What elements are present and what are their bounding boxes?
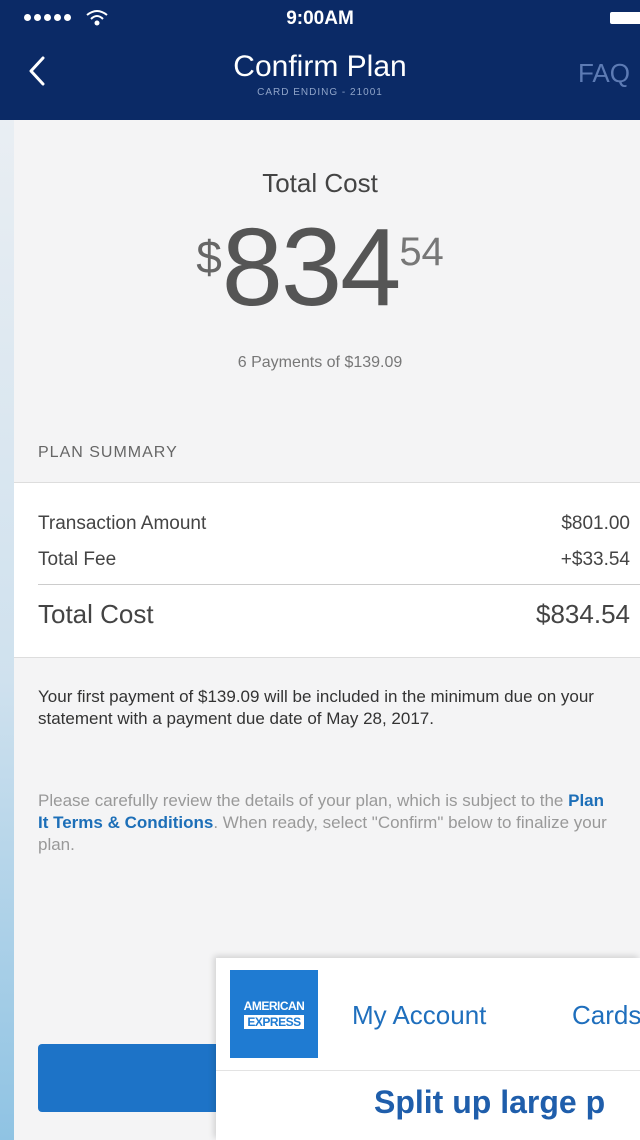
card-ending-subtitle: CARD ENDING - 21001	[257, 87, 383, 98]
currency-symbol: $	[196, 231, 222, 283]
total-cost-heading: Total Cost	[262, 168, 378, 198]
total-cost-amount: $ 834 54	[0, 206, 640, 329]
plan-summary-heading: PLAN SUMMARY	[38, 444, 178, 461]
total-fee-label: Total Fee	[38, 549, 117, 570]
status-time: 9:00AM	[286, 8, 354, 29]
transaction-amount-label: Transaction Amount	[38, 513, 207, 534]
first-payment-info: Your first payment of $139.09 will be in…	[38, 687, 594, 728]
payments-text: 6 Payments of $139.09	[237, 354, 403, 371]
confirm-button[interactable]	[38, 1044, 228, 1112]
transaction-amount-value: $801.00	[561, 513, 630, 534]
amex-logo[interactable]: AMERICAN EXPRESS	[230, 970, 318, 1058]
nav-my-account[interactable]: My Account	[352, 1000, 486, 1031]
summary-divider	[38, 584, 640, 585]
split-headline: Split up large p	[374, 1084, 606, 1120]
plan-summary-box: Transaction Amount $801.00 Total Fee +$3…	[14, 482, 640, 658]
review-text-before: Please carefully review the details of y…	[38, 791, 569, 810]
battery-icon	[610, 12, 640, 24]
total-cost-row: Total Cost $834.54	[38, 599, 630, 630]
total-cost-label: Total Cost	[38, 599, 154, 629]
total-fee-value: +$33.54	[560, 549, 630, 570]
amount-cents: 54	[399, 230, 444, 274]
amex-web-overlay: AMERICAN EXPRESS My Account Cards Split …	[216, 958, 640, 1140]
page-title: Confirm Plan	[233, 50, 407, 83]
header-bar: 9:00AM Confirm Plan CARD ENDING - 21001 …	[0, 0, 640, 120]
amex-logo-line1: AMERICAN	[243, 999, 305, 1013]
transaction-amount-row: Transaction Amount $801.00	[38, 513, 630, 535]
total-cost-value: $834.54	[536, 599, 630, 629]
review-text: Please carefully review the details of y…	[38, 790, 608, 856]
nav-cards[interactable]: Cards	[572, 1000, 640, 1031]
total-fee-row: Total Fee +$33.54	[38, 549, 630, 571]
status-bar: 9:00AM	[0, 0, 640, 40]
overlay-divider	[216, 1070, 640, 1071]
faq-link[interactable]: FAQ	[578, 58, 630, 89]
amount-dollars: 834	[221, 206, 402, 329]
amex-logo-line2: EXPRESS	[244, 1015, 304, 1029]
